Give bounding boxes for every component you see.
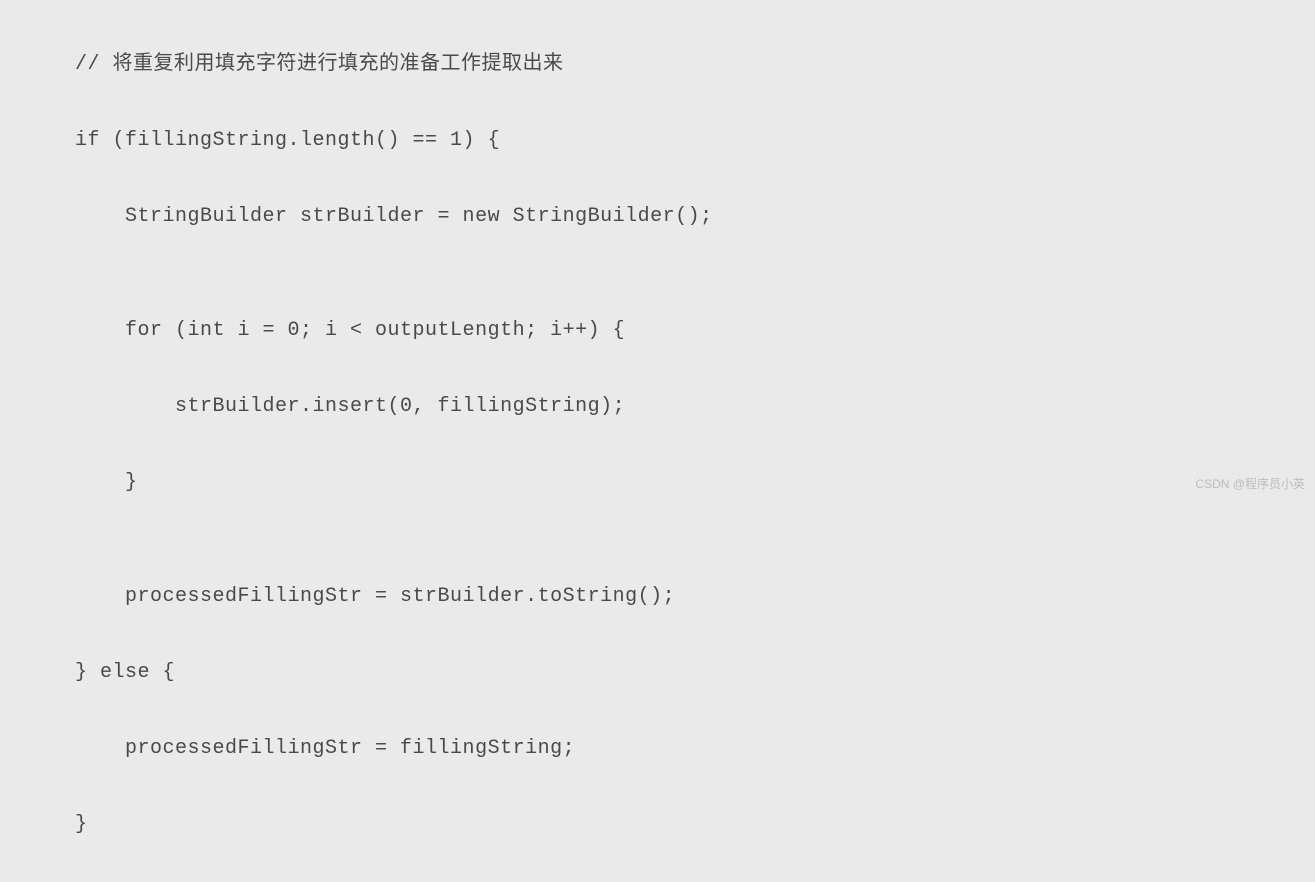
watermark: CSDN @程序员小英 [1195,473,1305,496]
code-line: processedFillingStr = strBuilder.toStrin… [75,578,1315,616]
code-line: strBuilder.insert(0, fillingString); [75,388,1315,426]
code-line: processedFillingStr = fillingString; [75,730,1315,768]
code-line: // 将重复利用填充字符进行填充的准备工作提取出来 [75,46,1315,84]
code-line: } [75,806,1315,844]
code-line: for (int i = 0; i < outputLength; i++) { [75,312,1315,350]
code-line: } else { [75,654,1315,692]
code-block: // 将重复利用填充字符进行填充的准备工作提取出来 if (fillingStr… [0,8,1315,882]
code-line: } [75,464,1315,502]
code-line: if (fillingString.length() == 1) { [75,122,1315,160]
code-line: StringBuilder strBuilder = new StringBui… [75,198,1315,236]
